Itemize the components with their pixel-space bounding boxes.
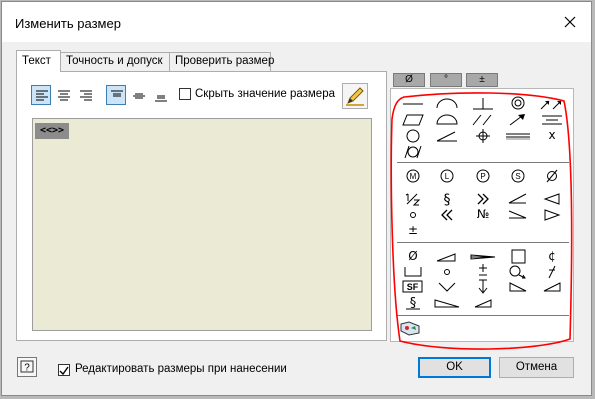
slope-ramp-short-symbol[interactable] (469, 295, 497, 310)
surface-finish-label: SF (407, 282, 419, 292)
svg-text:?: ? (24, 363, 30, 374)
total-runout-symbol[interactable] (538, 96, 566, 111)
degree-symbol[interactable] (399, 207, 427, 222)
svg-text:§: § (444, 192, 451, 206)
svg-text:L: L (445, 172, 450, 181)
svg-text:M: M (410, 172, 417, 181)
angularity-symbol[interactable] (433, 128, 461, 143)
circularity-symbol[interactable] (399, 128, 427, 143)
dimension-value-token[interactable]: <<>> (35, 123, 69, 139)
taper-small-symbol[interactable] (433, 249, 461, 264)
diameter-alt-symbol[interactable]: Ø (399, 249, 427, 264)
angle-symbol[interactable] (504, 191, 532, 206)
valign-top-icon (111, 90, 123, 97)
right-triangle-symbol[interactable] (538, 207, 566, 222)
slash-symbol[interactable] (538, 264, 566, 279)
title-bar: Изменить размер (2, 2, 591, 42)
x-symbol[interactable]: x (538, 128, 566, 143)
align-right-button[interactable] (75, 85, 95, 105)
slope-symbol[interactable] (504, 128, 532, 143)
small-degree-symbol[interactable] (433, 264, 461, 279)
help-button[interactable]: ? (17, 357, 37, 377)
checkmark-icon (59, 366, 69, 376)
valign-bottom-button[interactable] (150, 85, 170, 105)
ok-button[interactable]: OK (418, 357, 491, 378)
parallelism-symbol[interactable] (469, 112, 497, 127)
diameter-symbol[interactable] (538, 168, 566, 183)
section-underline-symbol[interactable]: § (399, 295, 427, 310)
svg-text:§: § (410, 296, 417, 310)
profile-of-surface-symbol[interactable] (433, 112, 461, 127)
runout-symbol[interactable] (504, 112, 532, 127)
dimension-text-editor[interactable]: <<>> (32, 118, 372, 331)
wedge-right-symbol[interactable] (504, 279, 532, 294)
text-tab-panel: Скрыть значение размера <<>> (16, 71, 387, 341)
half-fraction-symbol[interactable] (399, 191, 427, 206)
symbol-library-icon (400, 321, 420, 336)
section-sign-symbol[interactable]: § (433, 191, 461, 206)
concentricity-symbol[interactable] (504, 96, 532, 111)
symbol-tab-degree[interactable]: ° (430, 73, 462, 87)
edit-on-place-label: Редактировать размеры при нанесении (75, 363, 287, 375)
flatness-symbol[interactable] (399, 112, 427, 127)
edit-on-place-checkbox[interactable] (58, 364, 70, 376)
perpendicularity-symbol[interactable] (469, 96, 497, 111)
symbol-separator (397, 315, 569, 316)
lmc-modifier-symbol[interactable]: L (433, 168, 461, 183)
position-symbol[interactable] (469, 128, 497, 143)
window-title: Изменить размер (15, 16, 121, 31)
wedge-left-symbol[interactable] (538, 279, 566, 294)
slope-ramp-symbol[interactable] (433, 295, 461, 310)
symbol-tab-diameter[interactable]: Ø (393, 73, 425, 87)
conical-taper-symbol[interactable] (469, 249, 497, 264)
svg-text:S: S (515, 172, 520, 181)
numero-symbol[interactable]: № (469, 207, 497, 222)
projected-tolerance-symbol[interactable]: P (469, 168, 497, 183)
tab-precision-tolerance[interactable]: Точность и допуск (60, 52, 170, 71)
symbol-separator (397, 162, 569, 163)
plus-minus-symbol[interactable]: ± (399, 223, 427, 238)
square-symbol[interactable] (504, 249, 532, 264)
text-editor-button[interactable] (342, 83, 368, 109)
align-left-button[interactable] (31, 85, 51, 105)
left-triangle-symbol[interactable] (538, 191, 566, 206)
valign-top-button[interactable] (106, 85, 126, 105)
align-left-icon (36, 90, 48, 101)
symbol-palette: x M L P S § № ± Ø ¢ SF § (390, 88, 574, 342)
centerline-symbol[interactable]: ¢ (538, 249, 566, 264)
surface-finish-symbol[interactable]: SF (399, 279, 427, 294)
tab-check-dimension[interactable]: Проверить размер (169, 52, 274, 71)
hide-value-checkbox[interactable] (179, 88, 191, 100)
plus-minus-stacked-symbol[interactable] (469, 264, 497, 279)
counterbore-symbol[interactable] (399, 264, 427, 279)
depth-symbol[interactable] (469, 279, 497, 294)
align-center-button[interactable] (53, 85, 73, 105)
symbol-library-button[interactable] (399, 320, 423, 336)
close-icon[interactable] (562, 14, 578, 30)
symbol-tab-plus-minus[interactable]: ± (466, 73, 498, 87)
right-guillemet-symbol[interactable] (469, 191, 497, 206)
pencil-icon (346, 87, 364, 106)
valign-middle-button[interactable] (128, 85, 148, 105)
left-guillemet-symbol[interactable] (433, 207, 461, 222)
hide-value-label: Скрыть значение размера (195, 88, 335, 100)
rfs-modifier-symbol[interactable]: S (504, 168, 532, 183)
tab-text[interactable]: Текст (16, 50, 61, 72)
straightness-symbol[interactable] (399, 96, 427, 111)
help-icon: ? (20, 360, 34, 374)
valign-bottom-icon (155, 95, 167, 102)
arc-length-symbol[interactable] (504, 264, 532, 279)
profile-of-line-symbol[interactable] (433, 96, 461, 111)
align-right-icon (80, 90, 92, 101)
align-center-icon (58, 90, 70, 101)
countersink-symbol[interactable] (433, 279, 461, 294)
cancel-button[interactable]: Отмена (499, 357, 574, 378)
cylindricity-symbol[interactable] (399, 144, 427, 159)
mmc-modifier-symbol[interactable]: M (399, 168, 427, 183)
valign-middle-icon (133, 93, 145, 99)
symmetry-symbol[interactable] (538, 112, 566, 127)
symbol-separator (397, 242, 569, 243)
svg-text:P: P (480, 172, 485, 181)
taper-symbol[interactable] (504, 207, 532, 222)
